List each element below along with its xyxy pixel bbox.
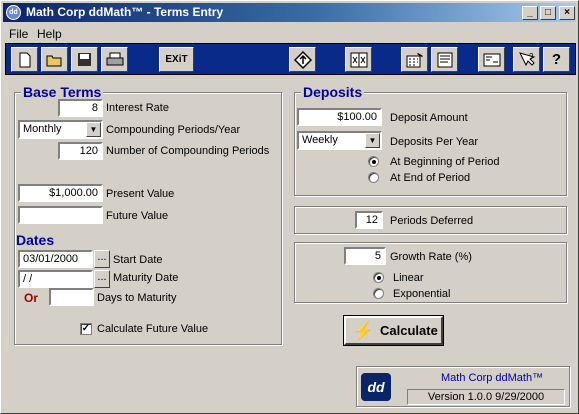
timing-end-radio[interactable] [368,172,379,183]
chevron-down-icon[interactable]: ▼ [365,133,380,148]
num-periods-field[interactable]: 120 [58,142,103,160]
close-button[interactable]: × [559,6,575,20]
calc-future-value-label: Calculate Future Value [97,323,209,335]
maturity-date-field[interactable]: / / [18,270,93,288]
menu-file[interactable]: File [9,27,28,41]
menu-bar: File Help [3,24,576,42]
periods-deferred-label: Periods Deferred [390,215,474,227]
maturity-date-label: Maturity Date [113,272,179,284]
form-icon[interactable] [431,47,458,72]
menu-help[interactable]: Help [37,27,62,41]
exit-button[interactable]: EXiT [159,47,194,72]
or-label: Or [24,291,39,305]
timing-beginning-radio[interactable] [368,156,379,167]
future-value-field[interactable] [18,206,103,224]
timing-beginning-label: At Beginning of Period [390,156,500,168]
new-file-icon[interactable] [11,47,38,72]
start-date-label: Start Date [113,254,163,266]
interest-rate-field[interactable]: 8 [58,99,103,117]
present-value-label: Present Value [106,188,175,200]
present-value-field[interactable]: $1,000.00 [18,184,103,202]
compounding-label: Compounding Periods/Year [106,124,241,136]
timing-end-label: At End of Period [390,172,471,184]
window-title: Math Corp ddMath™ - Terms Entry [26,5,224,19]
start-date-field[interactable]: 03/01/2000 [18,250,93,268]
growth-rate-field[interactable]: 5 [344,247,386,265]
dates-title: Dates [16,232,55,248]
print-icon[interactable] [101,47,128,72]
app-icon: dd [6,5,21,20]
version-text: Version 1.0.0 9/29/2000 [407,389,565,405]
future-value-label: Future Value [106,210,169,222]
base-terms-title: Base Terms [21,84,104,100]
help-icon[interactable]: ? [543,47,570,72]
open-folder-icon[interactable] [41,47,68,72]
calculator-edit-icon[interactable] [401,47,428,72]
about-panel: dd Math Corp ddMath™ Version 1.0.0 9/29/… [356,366,570,407]
product-name: Math Corp ddMath™ [441,372,544,384]
deposit-amount-label: Deposit Amount [390,112,468,124]
toolbar: EXiT ? ? [5,43,576,75]
deposits-title: Deposits [301,84,365,100]
main-window: dd Math Corp ddMath™ - Terms Entry _ □ ×… [0,0,579,414]
calc-future-value-checkbox[interactable]: ✓ [80,323,92,335]
interest-rate-label: Interest Rate [106,102,169,114]
help-pointer-icon[interactable]: ? [513,47,540,72]
compounding-value: Monthly [23,123,62,135]
growth-rate-label: Growth Rate (%) [390,251,472,263]
calculate-button[interactable]: ⚡ Calculate [343,315,444,346]
periods-deferred-field[interactable]: 12 [355,211,383,229]
growth-exponential-radio[interactable] [373,288,384,299]
maximize-button[interactable]: □ [540,6,556,20]
minimize-button[interactable]: _ [522,6,538,20]
save-icon[interactable] [71,47,98,72]
deposits-per-year-label: Deposits Per Year [390,136,479,148]
dd-logo: dd [361,373,391,401]
deposits-per-year-select[interactable]: Weekly ▼ [297,131,382,150]
compare-icon[interactable] [345,47,372,72]
growth-linear-radio[interactable] [373,272,384,283]
calculate-label: Calculate [380,323,438,338]
compounding-select[interactable]: Monthly ▼ [18,120,103,139]
days-to-maturity-field[interactable] [49,288,94,306]
start-date-picker-button[interactable]: ... [94,250,110,268]
goto-icon[interactable] [289,47,316,72]
days-to-maturity-label: Days to Maturity [97,292,177,304]
maturity-date-picker-button[interactable]: ... [94,270,110,288]
chevron-down-icon[interactable]: ▼ [86,122,101,137]
growth-linear-label: Linear [393,272,424,284]
deposits-per-year-value: Weekly [302,134,338,146]
deposit-amount-field[interactable]: $100.00 [297,108,382,126]
card-icon[interactable] [478,47,505,72]
svg-text:?: ? [529,52,534,61]
lightning-icon: ⚡ [352,321,375,341]
num-periods-label: Number of Compounding Periods [106,145,270,157]
title-bar[interactable]: dd Math Corp ddMath™ - Terms Entry _ □ × [3,3,576,22]
growth-exponential-label: Exponential [393,288,451,300]
